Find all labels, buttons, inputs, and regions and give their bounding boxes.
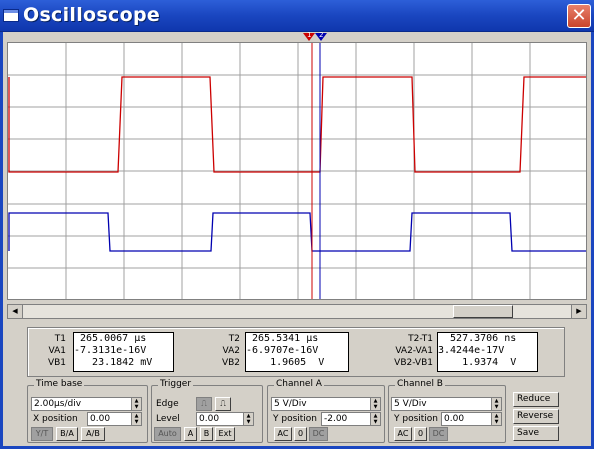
save-button[interactable]: Save bbox=[513, 426, 559, 441]
readout-col-3-values: 527.3706 ns 3.4244e-17V 1.9374 V bbox=[437, 332, 538, 372]
oscilloscope-display[interactable] bbox=[7, 42, 587, 300]
channel-a-ypos-label: Y position bbox=[273, 414, 318, 424]
level-label: Level bbox=[156, 414, 180, 424]
va2-va1-label: VA2-VA1 bbox=[395, 346, 433, 356]
t1-value: 265.0067 μs bbox=[74, 333, 147, 344]
scroll-right-arrow-icon[interactable]: ▶ bbox=[571, 305, 586, 318]
ba-mode-button[interactable]: B/A bbox=[56, 427, 78, 441]
va2-value: -6.9707e-16V bbox=[246, 345, 319, 356]
ab-mode-button[interactable]: A/B bbox=[81, 427, 105, 441]
channel-a-scale-value: 5 V/Div bbox=[274, 399, 307, 409]
channel-a-dc-button[interactable]: DC bbox=[309, 427, 328, 441]
channel-b-ypos-value: 0.00 bbox=[444, 414, 465, 424]
level-value: 0.00 bbox=[199, 414, 220, 424]
channel-a-zero-button[interactable]: 0 bbox=[294, 427, 307, 441]
t2-t1-value: 527.3706 ns bbox=[438, 333, 517, 344]
va2-va1-value: 3.4244e-17V bbox=[438, 345, 505, 356]
falling-edge-icon: ⎍ bbox=[220, 399, 226, 408]
level-spinner[interactable]: 0.00 ▲ ▼ bbox=[196, 412, 254, 426]
vb2-vb1-label: VB2-VB1 bbox=[394, 358, 433, 368]
t2-label: T2 bbox=[228, 334, 240, 344]
vb2-value: 1.9605 V bbox=[246, 357, 325, 368]
spinner-arrows-icon[interactable]: ▲ ▼ bbox=[243, 413, 253, 425]
spinner-arrows-icon[interactable]: ▲ ▼ bbox=[491, 413, 501, 425]
window-icon bbox=[3, 9, 19, 22]
vb2-vb1-value: 1.9374 V bbox=[438, 357, 517, 368]
trigger-auto-button[interactable]: Auto bbox=[154, 427, 181, 441]
channel-b-scale-value: 5 V/Div bbox=[394, 399, 427, 409]
xpos-value: 0.00 bbox=[90, 414, 111, 424]
readout-col-2: T2 VA2 VB2 bbox=[218, 333, 240, 369]
t2-t1-label: T2-T1 bbox=[408, 334, 433, 344]
trigger-ext-button[interactable]: Ext bbox=[215, 427, 235, 441]
reduce-button[interactable]: Reduce bbox=[513, 392, 559, 407]
trigger-title: Trigger bbox=[158, 379, 194, 389]
cursor-markers: 1 2 bbox=[303, 31, 329, 41]
horizontal-scrollbar[interactable]: ◀ ▶ bbox=[7, 304, 587, 319]
channel-b-ac-button[interactable]: AC bbox=[394, 427, 412, 441]
xpos-spinner[interactable]: 0.00 ▲ ▼ bbox=[87, 412, 142, 426]
channel-b-ypos-spinner[interactable]: 0.00 ▲ ▼ bbox=[441, 412, 502, 426]
t1-label: T1 bbox=[54, 334, 66, 344]
reverse-button[interactable]: Reverse bbox=[513, 409, 559, 424]
scroll-left-arrow-icon[interactable]: ◀ bbox=[8, 305, 23, 318]
channel-b-dc-button[interactable]: DC bbox=[429, 427, 448, 441]
timebase-scale-value: 2.00μs/div bbox=[34, 399, 82, 409]
trigger-a-button[interactable]: A bbox=[184, 427, 197, 441]
spinner-arrows-icon[interactable]: ▲ ▼ bbox=[370, 413, 380, 425]
spinner-arrows-icon[interactable]: ▲ ▼ bbox=[131, 398, 141, 410]
channel-a-ypos-value: -2.00 bbox=[324, 414, 348, 424]
readout-col-2-values: 265.5341 μs -6.9707e-16V 1.9605 V bbox=[245, 332, 349, 372]
vb1-label: VB1 bbox=[47, 358, 66, 368]
close-button[interactable]: ✕ bbox=[567, 4, 591, 28]
yt-mode-button[interactable]: Y/T bbox=[31, 427, 53, 441]
vb2-label: VB2 bbox=[221, 358, 240, 368]
channel-a-title: Channel A bbox=[274, 379, 324, 389]
channel-a-scale-spinner[interactable]: 5 V/Div ▲ ▼ bbox=[271, 397, 381, 411]
rising-edge-icon: ⎍ bbox=[201, 399, 207, 408]
falling-edge-button[interactable]: ⎍ bbox=[215, 397, 231, 411]
spinner-arrows-icon[interactable]: ▲ ▼ bbox=[131, 413, 141, 425]
timebase-scale-spinner[interactable]: 2.00μs/div ▲ ▼ bbox=[31, 397, 142, 411]
cursor-2-label: 2 bbox=[319, 31, 324, 39]
vb1-value: 23.1842 mV bbox=[74, 357, 153, 368]
t2-value: 265.5341 μs bbox=[246, 333, 319, 344]
spinner-arrows-icon[interactable]: ▲ ▼ bbox=[370, 398, 380, 410]
measurement-readout: T1 VA1 VB1 265.0067 μs -7.3131e-16V 23.1… bbox=[27, 327, 565, 377]
spinner-arrows-icon[interactable]: ▲ ▼ bbox=[491, 398, 501, 410]
trigger-b-button[interactable]: B bbox=[200, 427, 213, 441]
channel-a-ac-button[interactable]: AC bbox=[274, 427, 292, 441]
edge-label: Edge bbox=[156, 399, 179, 409]
scrollbar-thumb[interactable] bbox=[453, 305, 513, 318]
readout-col-1-values: 265.0067 μs -7.3131e-16V 23.1842 mV bbox=[73, 332, 174, 372]
va1-value: -7.3131e-16V bbox=[74, 345, 147, 356]
va1-label: VA1 bbox=[48, 346, 66, 356]
title-bar: Oscilloscope ✕ bbox=[0, 0, 594, 32]
window-title: Oscilloscope bbox=[23, 4, 161, 26]
channel-b-scale-spinner[interactable]: 5 V/Div ▲ ▼ bbox=[391, 397, 502, 411]
timebase-title: Time base bbox=[34, 379, 85, 389]
readout-col-1: T1 VA1 VB1 bbox=[38, 333, 66, 369]
cursor-1-label: 1 bbox=[307, 31, 312, 39]
channel-b-zero-button[interactable]: 0 bbox=[414, 427, 427, 441]
xpos-label: X position bbox=[33, 414, 78, 424]
channel-b-ypos-label: Y position bbox=[394, 414, 439, 424]
channel-b-title: Channel B bbox=[395, 379, 445, 389]
channel-a-ypos-spinner[interactable]: -2.00 ▲ ▼ bbox=[321, 412, 381, 426]
va2-label: VA2 bbox=[222, 346, 240, 356]
rising-edge-button[interactable]: ⎍ bbox=[196, 397, 212, 411]
readout-col-3: T2-T1 VA2-VA1 VB2-VB1 bbox=[383, 333, 433, 369]
